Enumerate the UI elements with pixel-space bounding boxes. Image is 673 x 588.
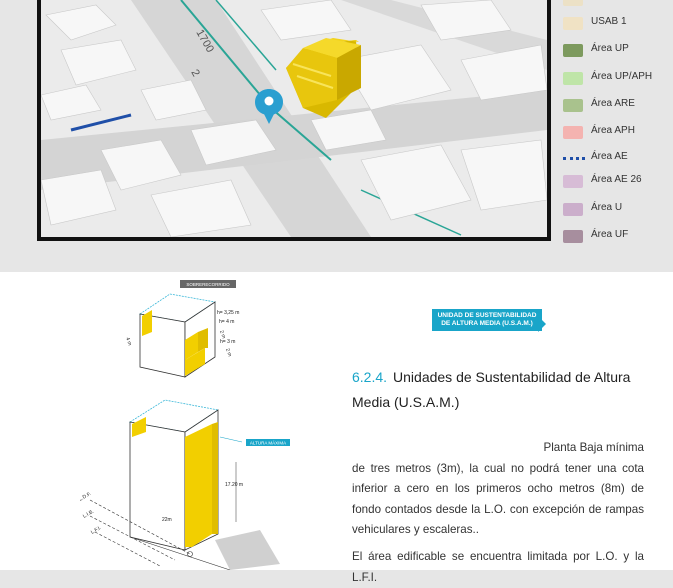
legend-swatch <box>563 230 583 243</box>
legend-swatch <box>563 175 583 188</box>
line-label-lib: L.I.B. <box>82 509 95 520</box>
legend-swatch <box>563 0 583 6</box>
badge-tail <box>538 316 546 332</box>
legend-item-up: Área UP <box>563 42 673 62</box>
usam-isometric-diagram: SOBRERECORRIDO h= 3,25 m h= 4 m h= 3 m 4… <box>78 272 330 571</box>
section-title: Unidades de Sustentabilidad de Altura Me… <box>352 369 631 410</box>
legend-label: Área AE 26 <box>591 174 642 185</box>
depth-dim: 22m <box>162 517 172 523</box>
legend-label: Área ARE <box>591 98 635 109</box>
legend-dotted-line <box>563 157 585 160</box>
legend-item-up-aph: Área UP/APH <box>563 70 673 90</box>
legend-label: Área APH <box>591 125 635 136</box>
legend-label: Área U <box>591 202 623 213</box>
legend-item-aph: Área APH <box>563 124 673 144</box>
document-section: SOBRERECORRIDO h= 3,25 m h= 4 m h= 3 m 4… <box>0 272 673 584</box>
legend-item-are: Área ARE <box>563 97 673 117</box>
svg-text:ALTURA MÁXIMA: ALTURA MÁXIMA <box>250 440 286 446</box>
legend-item-u: Área U <box>563 201 673 221</box>
body-paragraph-2: El área edificable se encuentra limitada… <box>352 550 644 584</box>
body-paragraph-1: Planta Baja mínima de tres metros (3m), l… <box>352 438 644 541</box>
legend-label: Área AE <box>591 151 628 162</box>
paragraph-text: de tres metros (3m), la cual no podrá te… <box>352 461 644 537</box>
legend-swatch <box>563 17 583 30</box>
paragraph-lead: Planta Baja mínima <box>543 441 644 454</box>
section-heading: 6.2.4. Unidades de Sustentabilidad de Alt… <box>352 365 652 415</box>
dim-h2: h= 4 m <box>219 319 234 325</box>
line-label-lfi: L.F.I. <box>90 525 102 536</box>
line-label-ldf: L.D.F. <box>80 491 92 503</box>
section-number: 6.2.4. <box>352 369 388 385</box>
legend-item <box>563 0 673 11</box>
height-dim: 17.20 m <box>225 482 243 488</box>
building-diagram: SOBRERECORRIDO h= 3,25 m h= 4 m h= 3 m 4… <box>78 280 290 571</box>
legend-swatch <box>563 126 583 139</box>
legend-label: Área UP/APH <box>591 71 653 82</box>
dim-h1: h= 3,25 m <box>217 310 239 316</box>
legend-item-uf: Área UF <box>563 228 673 248</box>
dim-d3: 2 m <box>224 348 232 358</box>
legend-swatch <box>563 72 583 85</box>
legend-label: Área UP <box>591 43 629 54</box>
legend-label: Área UF <box>591 229 629 240</box>
legend-swatch <box>563 99 583 112</box>
legend-item-ae26: Área AE 26 <box>563 173 673 193</box>
dim-d1: 4 m <box>124 337 132 347</box>
usam-badge: UNIDAD DE SUSTENTABILIDAD DE ALTURA MEDI… <box>432 309 542 332</box>
zoning-legend: USAB 1 Área UP Área UP/APH Área ARE Área… <box>563 0 673 272</box>
map-section: 1700 2 USAB 1 Área UP Área UP/APH Área A… <box>0 0 673 272</box>
top-tag: SOBRERECORRIDO <box>186 282 230 287</box>
map-viewport[interactable]: 1700 2 <box>37 0 551 241</box>
legend-swatch <box>563 44 583 57</box>
legend-item-usab1: USAB 1 <box>563 15 673 35</box>
map-3d-view: 1700 2 <box>41 0 547 237</box>
legend-item-ae: Área AE <box>563 150 673 170</box>
legend-label: USAB 1 <box>591 16 627 27</box>
dim-h3: h= 3 m <box>220 339 235 345</box>
legend-swatch <box>563 203 583 216</box>
